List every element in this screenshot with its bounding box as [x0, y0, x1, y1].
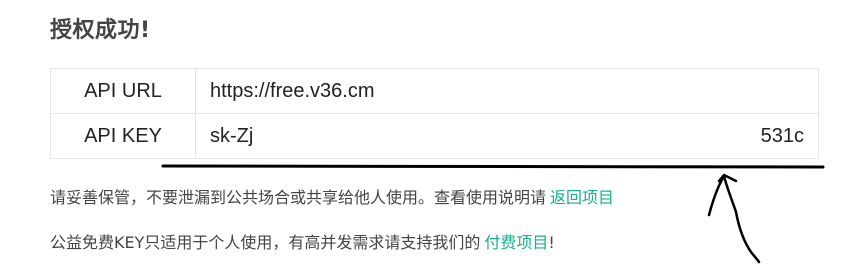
page-title: 授权成功!: [50, 18, 151, 43]
api-key-suffix[interactable]: 531c: [761, 125, 804, 148]
paid-note-end: !: [548, 233, 555, 252]
api-key-label: API KEY: [50, 113, 196, 159]
return-project-link[interactable]: 返回项目: [550, 188, 614, 207]
authorization-success-page: 授权成功! API URL https://free.v36.cm API KE…: [0, 0, 860, 278]
hand-drawn-arrow-head: [717, 173, 738, 183]
table-row-api-url: API URL https://free.v36.cm: [50, 68, 819, 114]
hand-drawn-arrow-icon: [707, 174, 761, 264]
api-key-prefix[interactable]: sk-Zj: [210, 125, 253, 148]
hand-drawn-underline: [161, 164, 825, 169]
api-url-value[interactable]: https://free.v36.cm: [195, 68, 819, 114]
table-row-api-key: API KEY sk-Zj 531c: [50, 113, 819, 159]
paid-note-text: 公益免费KEY只适用于个人使用，有高并发需求请支持我们的: [50, 233, 481, 252]
paid-note: 公益免费KEY只适用于个人使用，有高并发需求请支持我们的 付费项目!: [50, 229, 555, 253]
api-url-text[interactable]: https://free.v36.cm: [210, 80, 375, 103]
usage-note: 请妥善保管，不要泄漏到公共场合或共享给他人使用。查看使用说明请 返回项目: [50, 184, 614, 208]
paid-project-link[interactable]: 付费项目: [484, 233, 548, 252]
api-info-table: API URL https://free.v36.cm API KEY sk-Z…: [50, 68, 819, 159]
api-key-value[interactable]: sk-Zj 531c: [195, 113, 819, 159]
usage-note-text: 请妥善保管，不要泄漏到公共场合或共享给他人使用。查看使用说明请: [50, 188, 547, 207]
api-url-label: API URL: [50, 68, 196, 114]
